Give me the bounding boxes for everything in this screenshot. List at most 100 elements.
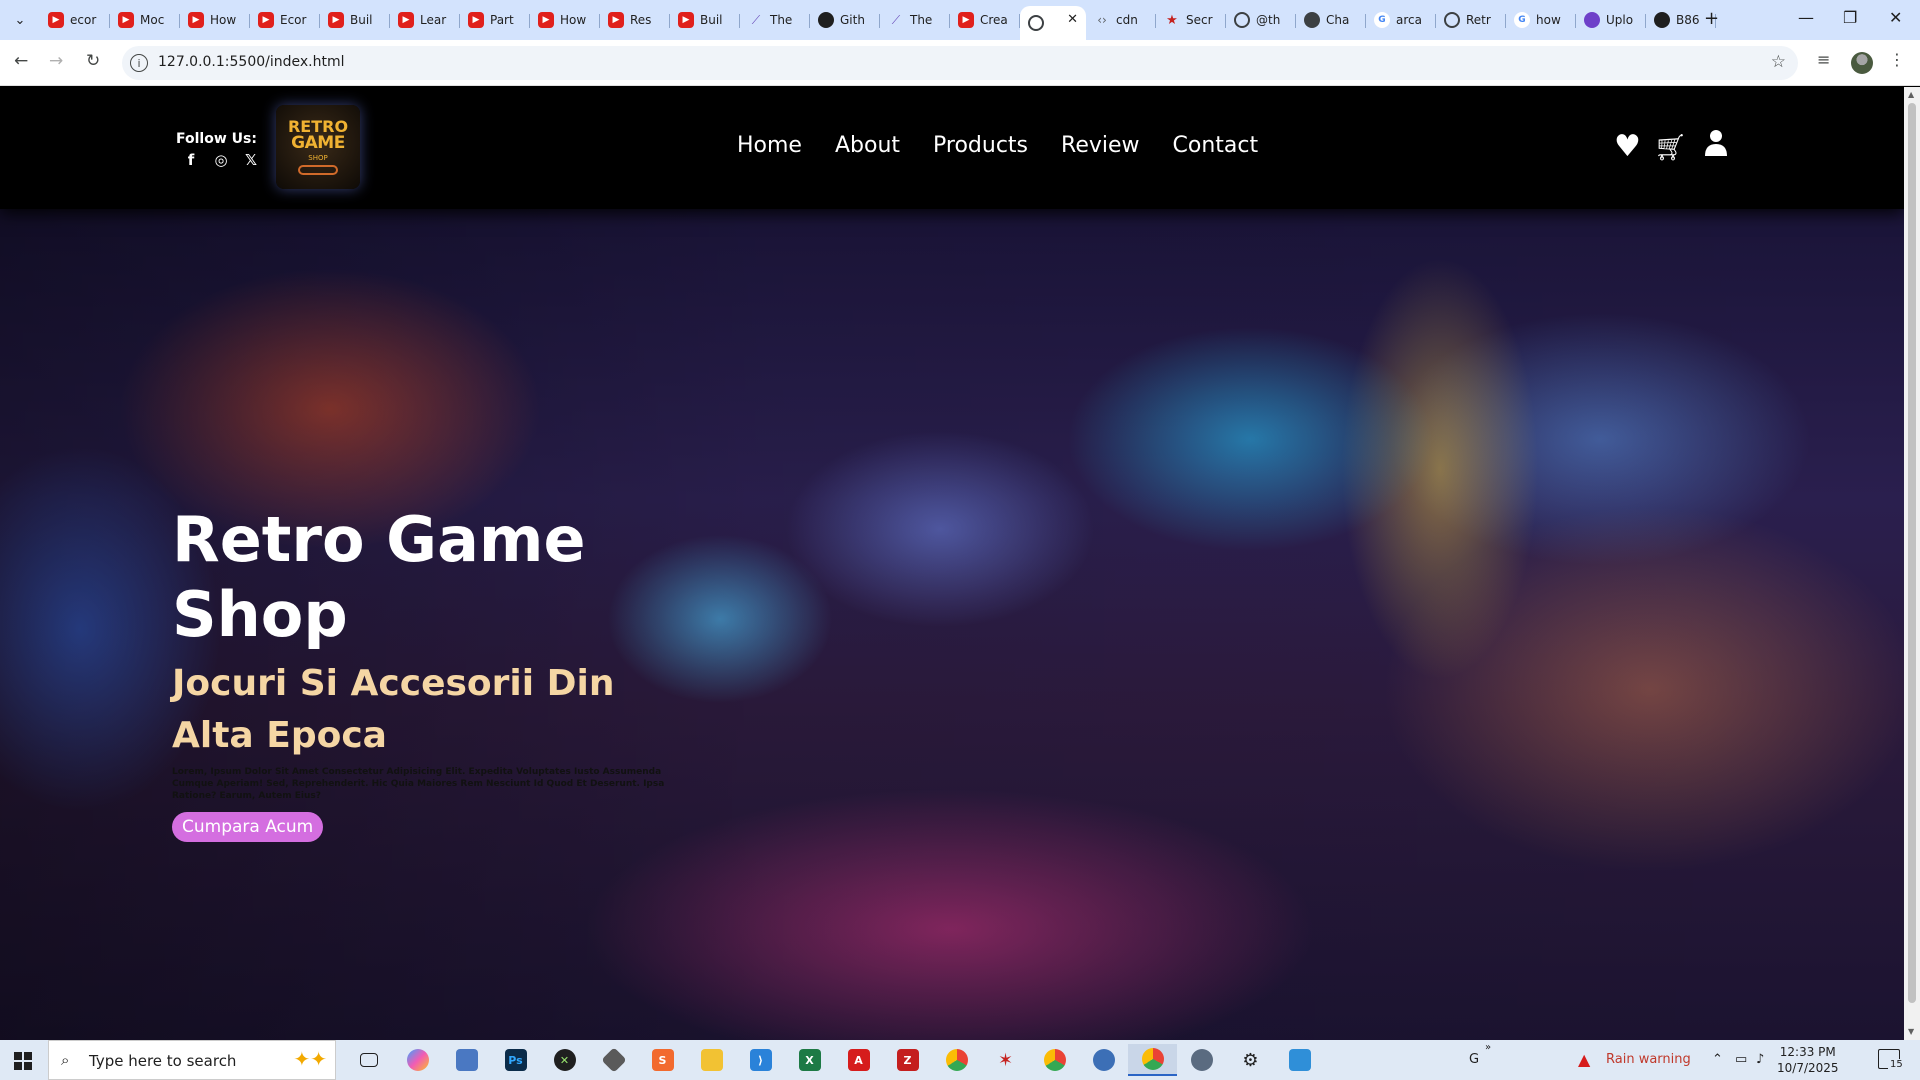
scroll-thumb[interactable] bbox=[1908, 103, 1916, 1003]
profile-avatar[interactable] bbox=[1851, 52, 1873, 74]
browser-tab[interactable]: ▶ Res bbox=[600, 6, 670, 34]
browser-tab[interactable]: Uplo bbox=[1576, 6, 1646, 34]
sparkle-icon: ✦✦ bbox=[293, 1047, 327, 1071]
buy-now-button[interactable]: Cumpara Acum bbox=[172, 812, 324, 842]
chrome-active-icon[interactable] bbox=[1128, 1044, 1177, 1076]
nav-products[interactable]: Products bbox=[933, 133, 1028, 158]
app-window-icon[interactable] bbox=[1275, 1044, 1324, 1076]
minimize-icon[interactable]: — bbox=[1798, 8, 1814, 27]
scroll-up-icon[interactable]: ▲ bbox=[1908, 90, 1914, 99]
browser-tab[interactable]: ⟋ The bbox=[880, 6, 950, 34]
site-info-icon[interactable]: i bbox=[130, 54, 148, 72]
media-controls-icon[interactable]: ≡ bbox=[1817, 50, 1830, 69]
browser-tab[interactable]: ▶ How bbox=[180, 6, 250, 34]
browser-tab[interactable]: ▶ ecor bbox=[40, 6, 110, 34]
app-cloud-icon[interactable] bbox=[1177, 1044, 1226, 1076]
photoshop-icon[interactable]: Ps bbox=[491, 1044, 540, 1076]
browser-menu-icon[interactable]: ⋮ bbox=[1889, 50, 1905, 69]
browser-tab[interactable]: Cha bbox=[1296, 6, 1366, 34]
page-scrollbar[interactable]: ▲ ▼ bbox=[1904, 87, 1920, 1040]
tab-list: ▶ ecor ▶ Moc ▶ How ▶ Ecor ▶ Buil ▶ Lear ▶ Part ▶ How ▶ Re… bbox=[40, 6, 1716, 40]
nav-about[interactable]: About bbox=[835, 133, 900, 158]
nav-home[interactable]: Home bbox=[737, 133, 802, 158]
logo-line-2: GAME bbox=[291, 133, 345, 153]
browser-tab[interactable]: Ghow bbox=[1506, 6, 1576, 34]
tab-close-icon[interactable]: ✕ bbox=[1067, 12, 1078, 27]
back-arrow-icon[interactable]: ← bbox=[14, 51, 28, 71]
youtube-icon: ▶ bbox=[258, 12, 274, 28]
retro-game-shop-logo[interactable]: RETRO GAME SHOP bbox=[276, 105, 360, 189]
windows-start-icon[interactable] bbox=[14, 1052, 32, 1070]
task-view-icon[interactable] bbox=[344, 1044, 393, 1076]
instagram-icon[interactable]: ◎ bbox=[213, 151, 229, 169]
tab-title: Buil bbox=[350, 13, 373, 27]
browser-tab[interactable]: ⟋ The bbox=[740, 6, 810, 34]
reload-icon[interactable]: ↻ bbox=[86, 51, 100, 71]
cart-icon[interactable]: 🛒︎ bbox=[1654, 133, 1687, 163]
tab-title: Uplo bbox=[1606, 13, 1634, 27]
browser-tab[interactable]: Garca bbox=[1366, 6, 1436, 34]
browser-tab[interactable]: @th bbox=[1226, 6, 1296, 34]
browser-tab[interactable]: ‹› cdn bbox=[1086, 6, 1156, 34]
chrome-profile-icon[interactable] bbox=[1030, 1044, 1079, 1076]
restore-icon[interactable]: ❐ bbox=[1843, 8, 1857, 27]
volume-icon[interactable]: ♪ bbox=[1756, 1052, 1764, 1067]
close-window-icon[interactable]: ✕ bbox=[1889, 8, 1902, 27]
excel-icon[interactable]: X bbox=[785, 1044, 834, 1076]
copilot-icon[interactable] bbox=[393, 1044, 442, 1076]
youtube-icon: ▶ bbox=[328, 12, 344, 28]
browser-tab[interactable]: ▶ Ecor bbox=[250, 6, 320, 34]
browser-tab[interactable]: ▶ Lear bbox=[390, 6, 460, 34]
youtube-icon: ▶ bbox=[468, 12, 484, 28]
network-icon[interactable]: ▭ bbox=[1735, 1052, 1747, 1067]
git-icon[interactable] bbox=[589, 1044, 638, 1076]
taskbar-search-placeholder: Type here to search bbox=[89, 1052, 237, 1070]
browser-tab[interactable]: ▶ Moc bbox=[110, 6, 180, 34]
xbox-icon[interactable]: ✕ bbox=[540, 1044, 589, 1076]
browser-tab[interactable]: ▶ How bbox=[530, 6, 600, 34]
edge-like-icon[interactable] bbox=[1079, 1044, 1128, 1076]
app-star-icon[interactable]: ✶ bbox=[981, 1044, 1030, 1076]
browser-tab[interactable]: ▶ Part bbox=[460, 6, 530, 34]
hero-section: Retro Game Shop Jocuri Si Accesorii Din … bbox=[0, 209, 1904, 1040]
globe-icon bbox=[1234, 12, 1250, 28]
browser-tab[interactable]: ▶ Buil bbox=[320, 6, 390, 34]
filezilla-icon[interactable]: Z bbox=[883, 1044, 932, 1076]
tray-chevron-icon[interactable]: ⌃ bbox=[1712, 1052, 1723, 1067]
file-transfer-icon[interactable] bbox=[442, 1044, 491, 1076]
chrome-icon[interactable] bbox=[932, 1044, 981, 1076]
facebook-icon[interactable]: f bbox=[183, 151, 199, 169]
browser-tab[interactable]: ▶ Crea bbox=[950, 6, 1020, 34]
keyboard-language[interactable]: G bbox=[1469, 1052, 1479, 1067]
file-explorer-icon[interactable] bbox=[687, 1044, 736, 1076]
acrobat-icon[interactable]: A bbox=[834, 1044, 883, 1076]
taskbar-search-box[interactable]: ⌕ Type here to search ✦✦ bbox=[48, 1040, 336, 1080]
tray-overflow-icon[interactable]: » bbox=[1485, 1042, 1491, 1053]
youtube-icon: ▶ bbox=[958, 12, 974, 28]
scroll-down-icon[interactable]: ▼ bbox=[1908, 1027, 1914, 1036]
weather-warning-text[interactable]: Rain warning bbox=[1606, 1052, 1691, 1067]
user-icon[interactable] bbox=[1704, 129, 1728, 164]
youtube-icon: ▶ bbox=[678, 12, 694, 28]
browser-tab[interactable]: ★ Secr bbox=[1156, 6, 1226, 34]
taskbar-clock[interactable]: 12:33 PM 10/7/2025 bbox=[1777, 1044, 1839, 1076]
settings-gear-icon[interactable]: ⚙ bbox=[1226, 1044, 1275, 1076]
browser-tab[interactable]: Retr bbox=[1436, 6, 1506, 34]
browser-tab[interactable]: ▶ Buil bbox=[670, 6, 740, 34]
taskbar-apps: Ps ✕ S ⟩ X A Z ✶ ⚙ bbox=[344, 1044, 1324, 1076]
tab-active[interactable]: ✕ bbox=[1020, 6, 1086, 40]
browser-tab[interactable]: Gith bbox=[810, 6, 880, 34]
tab-search-chevron-icon[interactable]: ⌄ bbox=[8, 8, 32, 32]
sublime-icon[interactable]: S bbox=[638, 1044, 687, 1076]
vscode-icon[interactable]: ⟩ bbox=[736, 1044, 785, 1076]
tab-title: @th bbox=[1256, 13, 1281, 27]
new-tab-plus-icon[interactable]: + bbox=[1704, 8, 1719, 29]
nav-contact[interactable]: Contact bbox=[1173, 133, 1259, 158]
heart-icon[interactable]: ♥ bbox=[1614, 129, 1641, 164]
x-twitter-icon[interactable]: 𝕏 bbox=[243, 151, 259, 169]
address-bar[interactable]: i 127.0.0.1:5500/index.html ☆ bbox=[122, 46, 1798, 80]
bookmark-star-icon[interactable]: ☆ bbox=[1771, 52, 1786, 72]
logo-line-3: SHOP bbox=[308, 154, 328, 162]
forward-arrow-icon[interactable]: → bbox=[49, 51, 63, 71]
nav-review[interactable]: Review bbox=[1061, 133, 1140, 158]
